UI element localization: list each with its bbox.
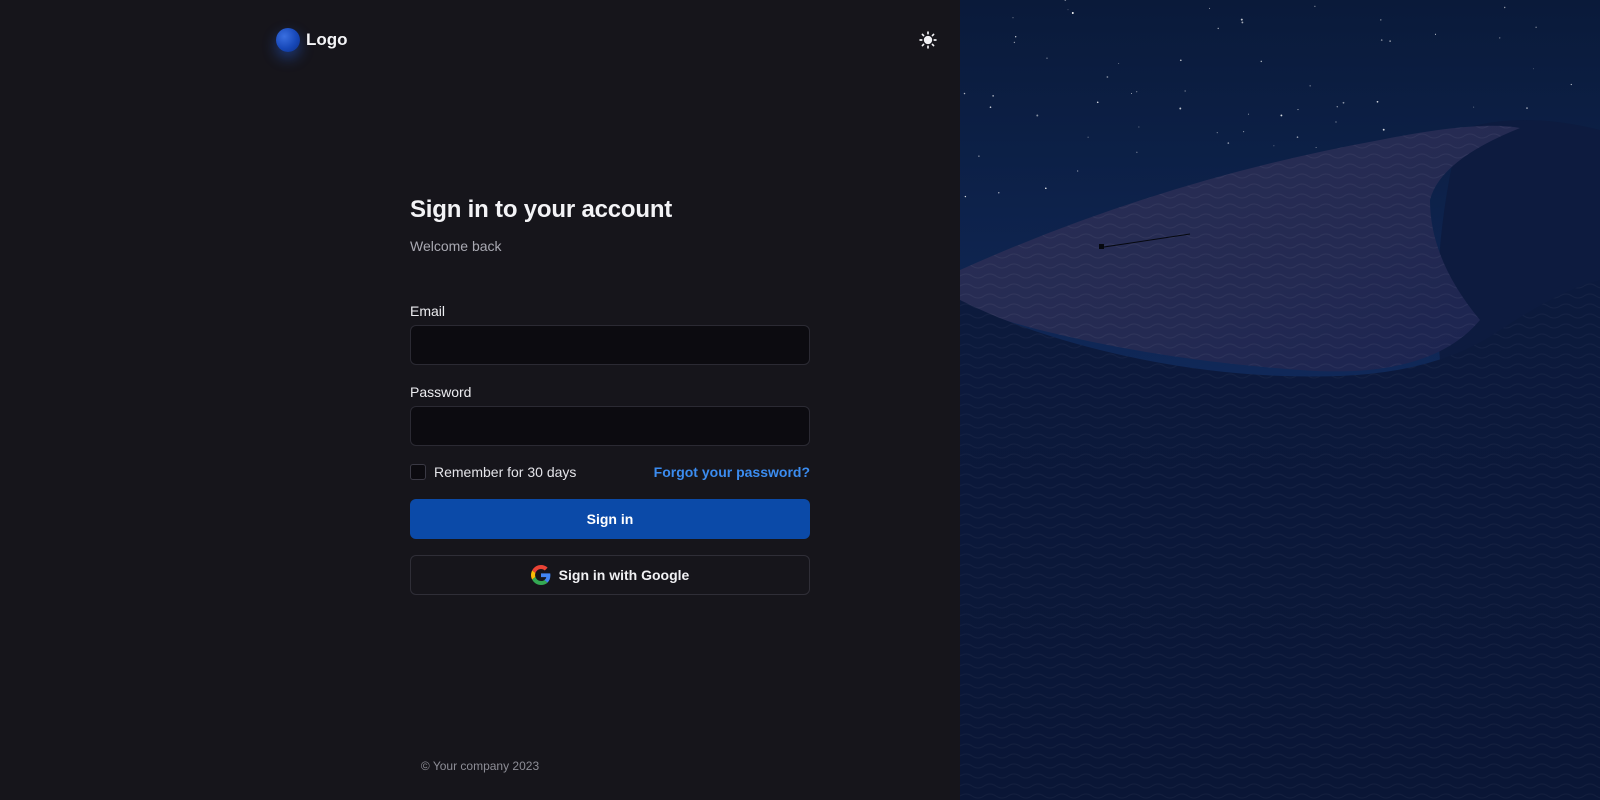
sign-in-form: Sign in to your account Welcome back Ema… xyxy=(410,196,810,595)
logo-mark-icon xyxy=(276,28,300,52)
star xyxy=(1335,121,1337,123)
star xyxy=(1533,68,1535,70)
star xyxy=(1389,40,1391,42)
remember-checkbox[interactable] xyxy=(410,464,426,480)
google-sign-in-button[interactable]: Sign in with Google xyxy=(410,555,810,595)
star xyxy=(1273,145,1275,147)
star xyxy=(1087,136,1089,138)
star xyxy=(1314,5,1316,7)
star xyxy=(1012,17,1014,19)
star xyxy=(1071,12,1074,14)
star xyxy=(1046,57,1048,59)
star xyxy=(1376,100,1379,103)
star xyxy=(1136,91,1138,93)
star xyxy=(1118,62,1120,64)
star xyxy=(1499,37,1501,39)
page-title: Sign in to your account xyxy=(410,196,673,223)
footer-copyright: © Your company 2023 xyxy=(420,759,540,773)
brand-logo[interactable]: Logo xyxy=(276,28,348,52)
star xyxy=(1247,113,1250,115)
google-sign-in-label: Sign in with Google xyxy=(558,567,690,583)
google-icon xyxy=(530,565,551,585)
star xyxy=(1315,147,1317,148)
page-subtitle: Welcome back xyxy=(410,238,502,254)
theme-toggle-button[interactable] xyxy=(916,28,940,52)
star xyxy=(1297,109,1299,111)
star xyxy=(1240,18,1243,21)
star xyxy=(963,92,966,95)
star xyxy=(1526,107,1528,109)
star xyxy=(1131,92,1132,94)
star xyxy=(1216,132,1218,134)
star xyxy=(1077,170,1079,172)
hero-image xyxy=(960,0,1600,800)
star xyxy=(1336,106,1338,108)
star xyxy=(1179,59,1182,62)
star xyxy=(1260,60,1263,63)
email-field[interactable] xyxy=(410,325,810,365)
star xyxy=(998,192,1000,194)
email-label: Email xyxy=(410,303,446,319)
logo-text: Logo xyxy=(306,30,348,49)
star xyxy=(992,95,994,97)
password-label: Password xyxy=(410,384,472,400)
star xyxy=(989,106,992,109)
remember-checkbox-group[interactable]: Remember for 30 days xyxy=(410,464,576,480)
star xyxy=(1382,128,1385,131)
star xyxy=(1138,126,1140,128)
star xyxy=(1280,114,1283,117)
star xyxy=(1342,101,1345,104)
star xyxy=(1380,19,1382,21)
star xyxy=(1473,106,1475,108)
star xyxy=(1209,7,1211,9)
star xyxy=(1179,107,1182,110)
sign-in-pane: Logo Sign in to your account Welcome bac… xyxy=(0,0,960,800)
star xyxy=(1309,85,1311,87)
star xyxy=(1243,131,1245,133)
star xyxy=(964,195,967,198)
star xyxy=(1015,36,1017,38)
star xyxy=(1217,27,1219,30)
remember-row: Remember for 30 days Forgot your passwor… xyxy=(410,464,810,480)
star xyxy=(1227,142,1230,144)
star xyxy=(1106,76,1109,78)
star xyxy=(1067,9,1069,11)
star xyxy=(1380,39,1383,41)
remember-label: Remember for 30 days xyxy=(434,464,577,480)
password-field[interactable] xyxy=(410,406,810,446)
star xyxy=(1503,6,1506,9)
sun-icon xyxy=(919,31,937,49)
star xyxy=(1535,26,1537,28)
star xyxy=(1184,90,1186,92)
star xyxy=(1045,187,1047,189)
star xyxy=(1296,136,1299,138)
star xyxy=(1136,151,1138,153)
desert-night-dune-image xyxy=(960,0,1600,800)
sign-in-button[interactable]: Sign in xyxy=(410,499,810,539)
star xyxy=(1570,83,1572,86)
star xyxy=(1013,41,1016,44)
star xyxy=(1096,101,1099,104)
star xyxy=(1434,33,1437,35)
star xyxy=(1036,114,1039,117)
star xyxy=(978,155,980,157)
star xyxy=(1241,21,1244,24)
forgot-password-link[interactable]: Forgot your password? xyxy=(654,464,810,480)
